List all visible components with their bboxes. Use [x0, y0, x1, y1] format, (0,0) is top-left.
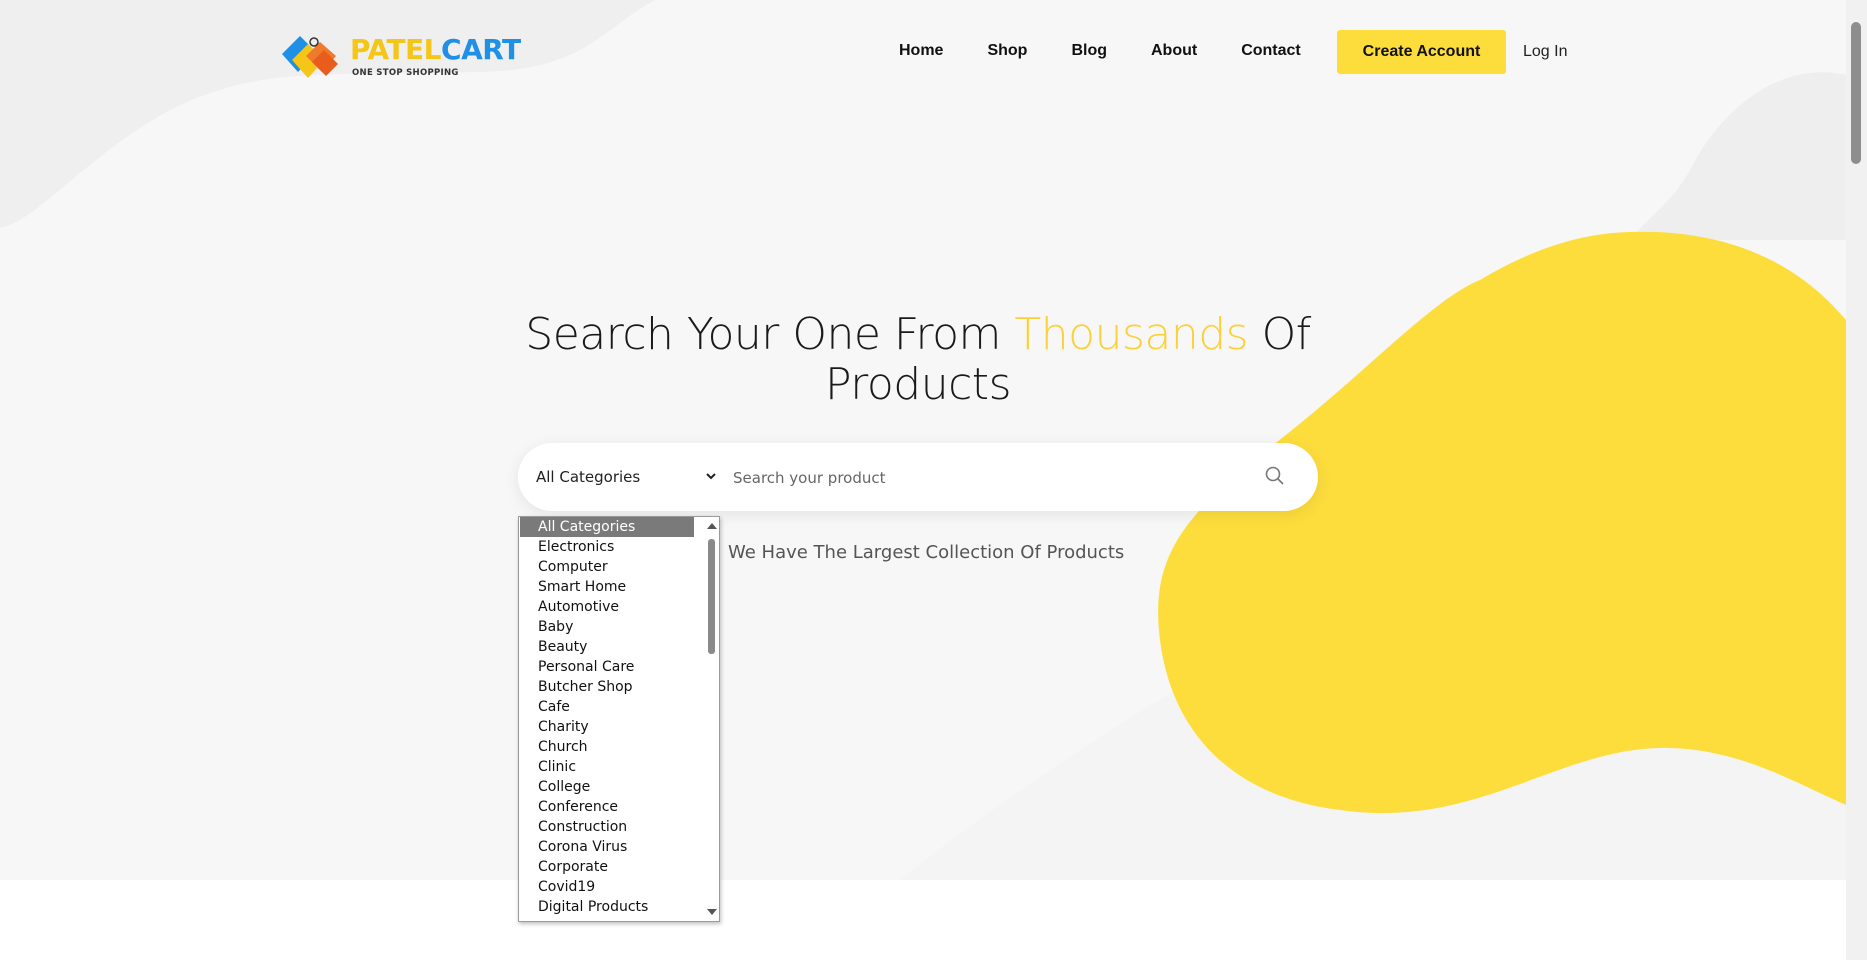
nav-contact[interactable]: Contact	[1241, 42, 1301, 60]
page-scroll-thumb[interactable]	[1851, 22, 1861, 164]
site-logo[interactable]: PATELCART ONE STOP SHOPPING	[278, 32, 521, 82]
logo-part-cart: CART	[441, 33, 521, 66]
dropdown-option[interactable]: Covid19	[519, 877, 694, 897]
dropdown-option[interactable]: Digital Products	[519, 897, 694, 917]
logo-part-patel: PATEL	[350, 33, 442, 66]
scroll-down-arrow-icon[interactable]	[707, 909, 717, 915]
logo-wordmark: PATELCART	[350, 36, 521, 64]
dropdown-option[interactable]: Cafe	[519, 697, 694, 717]
nav-about[interactable]: About	[1151, 42, 1197, 60]
below-hero-area	[0, 880, 1846, 960]
dropdown-option[interactable]: Conference	[519, 797, 694, 817]
nav-shop[interactable]: Shop	[987, 42, 1027, 60]
dropdown-option[interactable]: Baby	[519, 617, 694, 637]
search-icon[interactable]	[1264, 465, 1286, 487]
hero-section	[0, 0, 1846, 880]
headline-pre: Search Your One From	[525, 309, 1015, 360]
scroll-up-arrow-icon[interactable]	[707, 523, 717, 529]
logo-tagline: ONE STOP SHOPPING	[352, 68, 459, 78]
dropdown-option[interactable]: Computer	[519, 557, 694, 577]
search-input[interactable]	[731, 463, 1235, 493]
dropdown-option[interactable]: All Categories	[520, 517, 694, 537]
dropdown-option[interactable]: Corona Virus	[519, 837, 694, 857]
create-account-button[interactable]: Create Account	[1337, 30, 1506, 74]
dropdown-scrollbar[interactable]	[704, 517, 719, 921]
product-search-bar: All Categories	[518, 443, 1318, 511]
headline-highlight: Thousands	[1014, 309, 1249, 360]
dropdown-option[interactable]: Beauty	[519, 637, 694, 657]
category-select[interactable]: All Categories	[536, 468, 640, 486]
dropdown-option[interactable]: Butcher Shop	[519, 677, 694, 697]
login-link[interactable]: Log In	[1523, 43, 1567, 61]
dropdown-option[interactable]: Clinic	[519, 757, 694, 777]
category-dropdown-list[interactable]: All Categories Electronics Computer Smar…	[518, 516, 720, 922]
hero-background-shapes	[0, 0, 1846, 880]
dropdown-option[interactable]: Electronics	[519, 537, 694, 557]
hero-headline: Search Your One From Thousands Of Produc…	[508, 310, 1328, 410]
page-scrollbar[interactable]	[1846, 0, 1867, 960]
nav-blog[interactable]: Blog	[1071, 42, 1107, 60]
dropdown-option[interactable]: Charity	[519, 717, 694, 737]
hero-subtitle: We Have The Largest Collection Of Produc…	[728, 542, 1125, 563]
main-nav: Home Shop Blog About Contact	[899, 42, 1345, 60]
shopping-bags-logo-icon	[282, 36, 338, 78]
dropdown-option[interactable]: Smart Home	[519, 577, 694, 597]
dropdown-scroll-thumb[interactable]	[708, 539, 715, 654]
dropdown-option[interactable]: Construction	[519, 817, 694, 837]
dropdown-option[interactable]: Personal Care	[519, 657, 694, 677]
nav-home[interactable]: Home	[899, 42, 943, 60]
chevron-down-icon[interactable]	[704, 469, 718, 483]
dropdown-option[interactable]: College	[519, 777, 694, 797]
dropdown-option[interactable]: Automotive	[519, 597, 694, 617]
dropdown-option[interactable]: Corporate	[519, 857, 694, 877]
dropdown-option[interactable]: Church	[519, 737, 694, 757]
